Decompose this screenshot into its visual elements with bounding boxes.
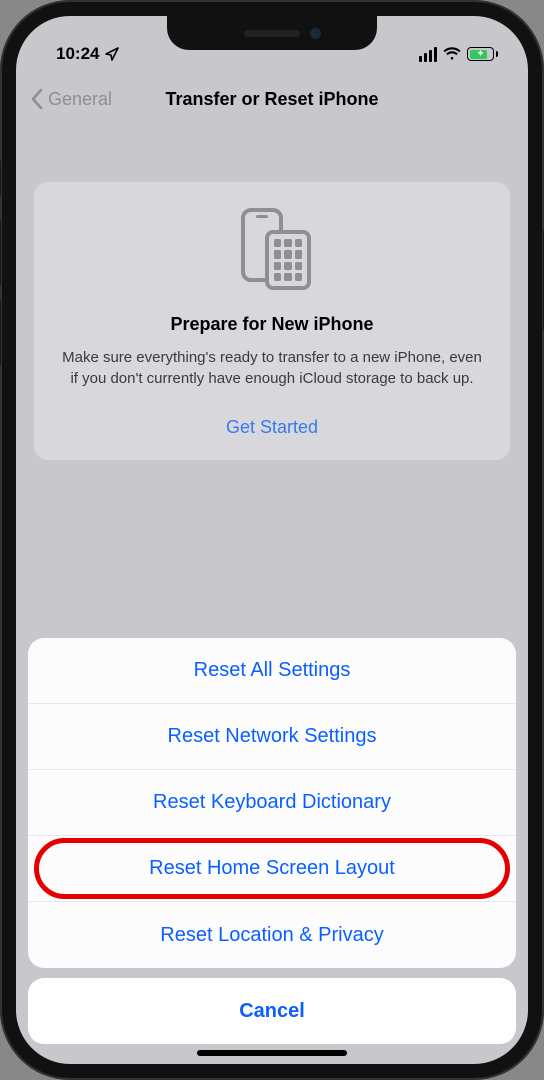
devices-icon bbox=[227, 206, 317, 296]
cellular-signal-icon bbox=[419, 47, 438, 62]
device-notch bbox=[167, 16, 377, 50]
get-started-button[interactable]: Get Started bbox=[50, 417, 494, 438]
location-arrow-icon bbox=[104, 46, 120, 62]
home-indicator[interactable] bbox=[197, 1050, 347, 1056]
reset-option-label: Reset All Settings bbox=[194, 659, 351, 682]
reset-network-settings-button[interactable]: Reset Network Settings bbox=[28, 704, 516, 770]
prepare-title: Prepare for New iPhone bbox=[50, 314, 494, 335]
reset-home-screen-layout-button[interactable]: Reset Home Screen Layout bbox=[28, 836, 516, 902]
cancel-button[interactable]: Cancel bbox=[28, 978, 516, 1044]
reset-action-sheet: Reset All Settings Reset Network Setting… bbox=[28, 638, 516, 1044]
reset-option-label: Reset Location & Privacy bbox=[160, 924, 383, 947]
reset-option-label: Reset Home Screen Layout bbox=[149, 857, 395, 880]
navigation-bar: General Transfer or Reset iPhone bbox=[16, 74, 528, 124]
reset-location-privacy-button[interactable]: Reset Location & Privacy bbox=[28, 902, 516, 968]
reset-keyboard-dictionary-button[interactable]: Reset Keyboard Dictionary bbox=[28, 770, 516, 836]
reset-option-label: Reset Keyboard Dictionary bbox=[153, 791, 391, 814]
screen: 10:24 ✦ Gener bbox=[16, 16, 528, 1064]
prepare-description: Make sure everything's ready to transfer… bbox=[50, 347, 494, 389]
prepare-card: Prepare for New iPhone Make sure everyth… bbox=[34, 182, 510, 460]
back-button[interactable]: General bbox=[30, 88, 112, 110]
cancel-label: Cancel bbox=[239, 1000, 305, 1023]
reset-option-label: Reset Network Settings bbox=[168, 725, 377, 748]
chevron-left-icon bbox=[30, 88, 44, 110]
status-time: 10:24 bbox=[56, 44, 99, 64]
wifi-icon bbox=[443, 47, 461, 61]
battery-charging-icon: ✦ bbox=[467, 47, 498, 61]
page-title: Transfer or Reset iPhone bbox=[165, 89, 378, 110]
reset-options-group: Reset All Settings Reset Network Setting… bbox=[28, 638, 516, 968]
back-label: General bbox=[48, 89, 112, 110]
reset-all-settings-button[interactable]: Reset All Settings bbox=[28, 638, 516, 704]
